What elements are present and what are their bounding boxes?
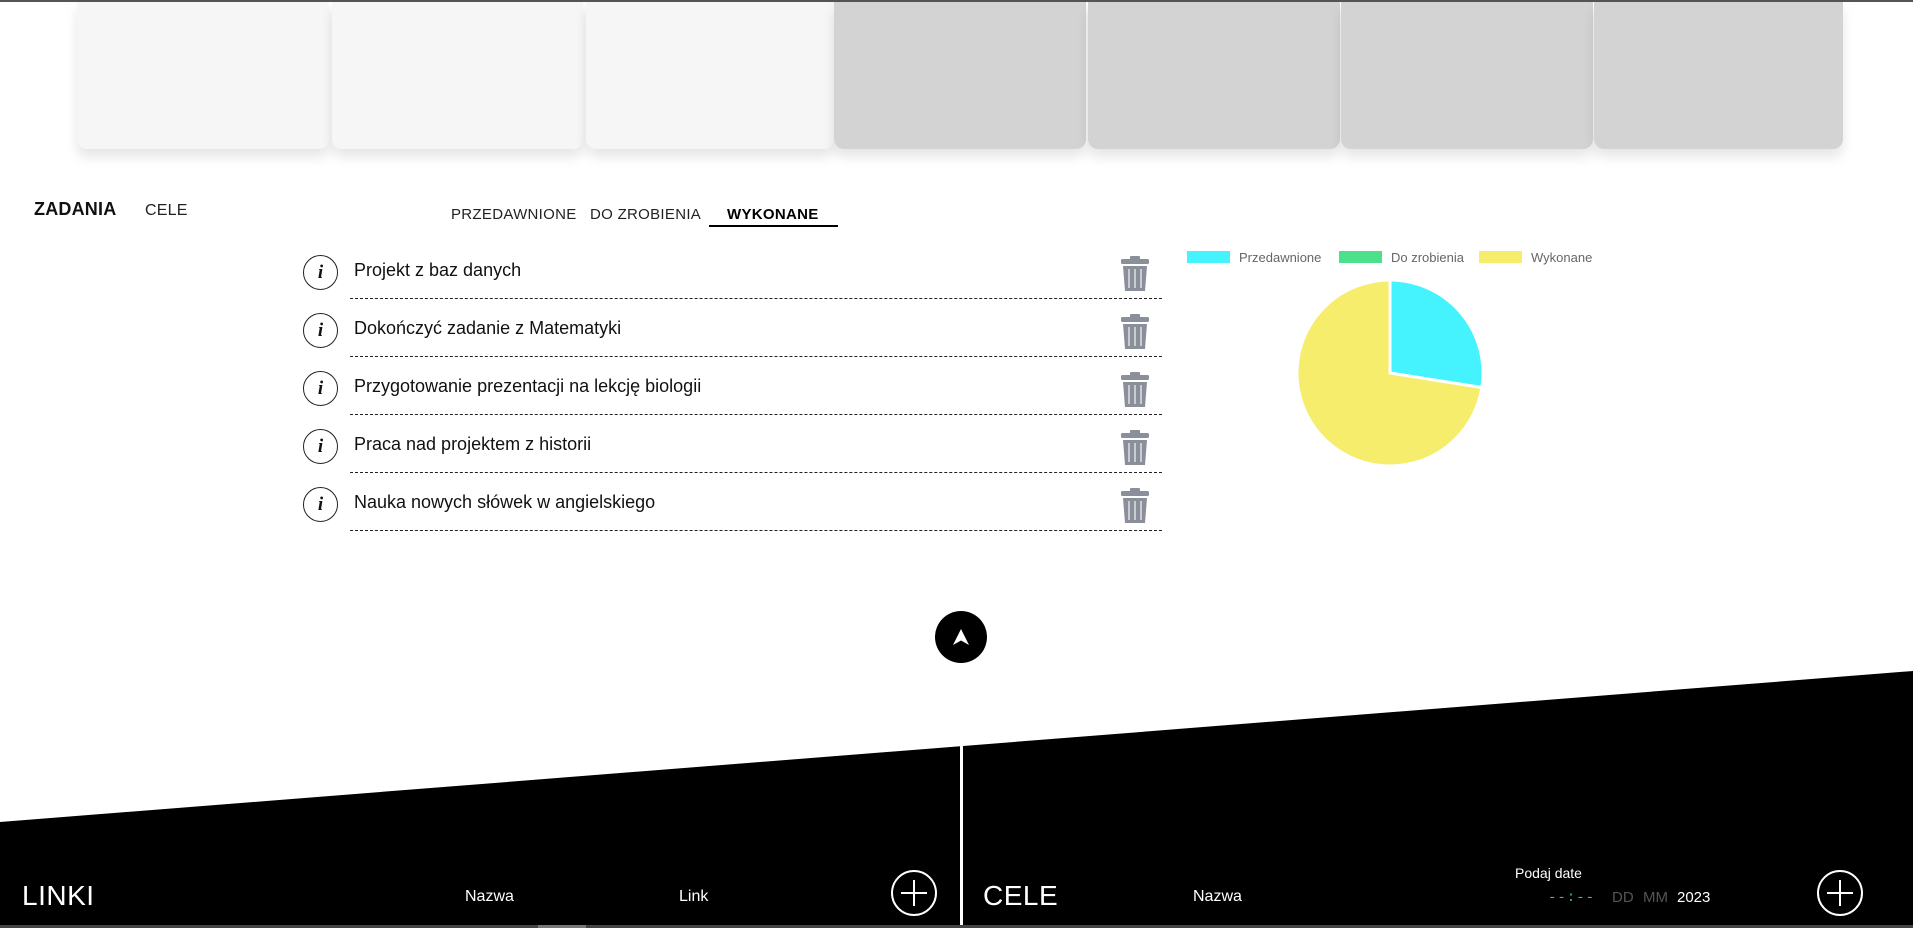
links-link-label: Link — [679, 888, 709, 905]
date-label: Podaj date — [1515, 865, 1582, 881]
links-name-label: Nazwa — [465, 888, 514, 905]
active-tab-underline — [709, 225, 838, 227]
task-item: i Przygotowanie prezentacji na lekcję bi… — [300, 364, 1162, 422]
legend-label: Przedawnione — [1239, 249, 1322, 265]
subtab-przedawnione[interactable]: PRZEDAWNIONE — [451, 206, 577, 223]
info-icon[interactable]: i — [303, 371, 338, 406]
task-divider — [350, 530, 1162, 531]
task-label: Nauka nowych słówek w angielskiego — [354, 492, 656, 512]
legend-label: Wykonane — [1531, 249, 1593, 265]
month-input[interactable]: MM — [1643, 889, 1668, 906]
task-label: Przygotowanie prezentacji na lekcję biol… — [354, 376, 702, 396]
task-item: i Praca nad projektem z historii — [300, 422, 1162, 480]
legend-swatch — [1187, 251, 1230, 263]
task-label: Praca nad projektem z historii — [354, 434, 592, 454]
trash-icon[interactable] — [1120, 372, 1150, 408]
tab-zadania[interactable]: ZADANIA — [34, 199, 116, 220]
task-divider — [350, 356, 1162, 357]
task-item: i Dokończyć zadanie z Matematyki — [300, 306, 1162, 364]
legend-swatch — [1479, 251, 1522, 263]
info-icon[interactable]: i — [303, 429, 338, 464]
tab-cele[interactable]: CELE — [145, 202, 188, 220]
task-divider — [350, 472, 1162, 473]
legend-item-przedawnione[interactable]: Przedawnione — [1187, 249, 1322, 265]
subtab-wykonane[interactable]: WYKONANE — [727, 206, 819, 223]
add-link-button[interactable] — [891, 870, 937, 916]
arrow-up-icon — [953, 629, 969, 645]
year-input[interactable]: 2023 — [1677, 889, 1710, 906]
add-goal-button[interactable] — [1817, 870, 1863, 916]
pie-slice-przedawnione[interactable] — [1388, 278, 1485, 390]
task-divider — [350, 414, 1162, 415]
card[interactable] — [1088, 2, 1340, 149]
legend-swatch — [1339, 251, 1382, 263]
task-label: Dokończyć zadanie z Matematyki — [354, 318, 622, 338]
task-item: i Nauka nowych słówek w angielskiego — [300, 480, 1162, 538]
summary-cards — [77, 2, 1843, 149]
trash-icon[interactable] — [1120, 314, 1150, 350]
card[interactable] — [586, 2, 834, 149]
task-label: Projekt z baz danych — [354, 260, 522, 280]
legend-item-do-zrobienia[interactable]: Do zrobienia — [1339, 249, 1464, 265]
info-icon[interactable]: i — [303, 313, 338, 348]
day-input[interactable]: DD — [1612, 889, 1634, 906]
links-title: LINKI — [22, 880, 95, 911]
trash-icon[interactable] — [1120, 256, 1150, 292]
footer-divider — [960, 745, 963, 928]
card[interactable] — [834, 2, 1086, 149]
time-input[interactable]: --:-- — [1548, 890, 1595, 906]
task-divider — [350, 298, 1162, 299]
card[interactable] — [77, 2, 329, 149]
status-pie-chart — [1295, 278, 1485, 468]
card[interactable] — [1594, 2, 1843, 149]
task-item: i Projekt z baz danych — [300, 248, 1162, 306]
card[interactable] — [1341, 2, 1593, 149]
goals-title: CELE — [983, 880, 1059, 911]
info-icon[interactable]: i — [303, 255, 338, 290]
legend-label: Do zrobienia — [1391, 249, 1464, 265]
card[interactable] — [332, 2, 583, 149]
goals-name-label: Nazwa — [1193, 888, 1242, 905]
trash-icon[interactable] — [1120, 430, 1150, 466]
page-root: ZADANIA CELE PRZEDAWNIONE DO ZROBIENIA W… — [0, 0, 1913, 928]
legend-item-wykonane[interactable]: Wykonane — [1479, 249, 1593, 265]
trash-icon[interactable] — [1120, 488, 1150, 524]
scroll-top-button[interactable] — [935, 611, 987, 663]
subtab-do-zrobienia[interactable]: DO ZROBIENIA — [590, 206, 701, 223]
info-icon[interactable]: i — [303, 487, 338, 522]
